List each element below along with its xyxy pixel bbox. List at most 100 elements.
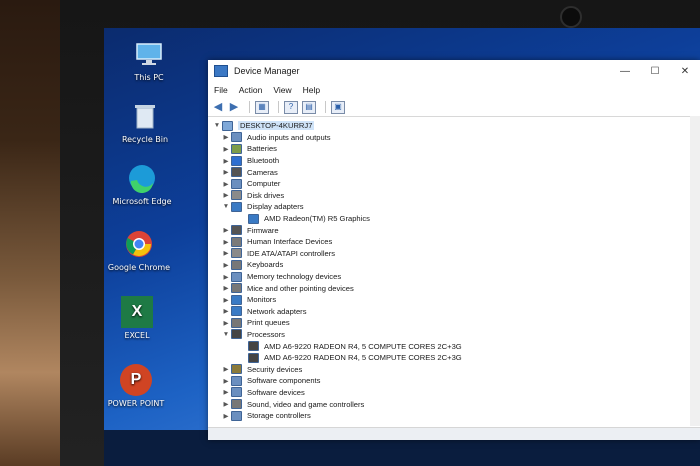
tree-item-label: AMD A6-9220 RADEON R4, 5 COMPUTE CORES 2… (264, 341, 462, 351)
forward-arrow-icon[interactable]: ▶ (228, 101, 240, 113)
collapse-chevron-icon[interactable]: ▼ (221, 203, 231, 210)
device-category-icon (231, 399, 242, 410)
minimize-button[interactable]: — (610, 66, 640, 77)
collapse-chevron-icon[interactable]: ▼ (221, 331, 231, 338)
expand-chevron-icon[interactable]: ▶ (221, 319, 231, 327)
vertical-scrollbar[interactable] (690, 116, 700, 426)
maximize-button[interactable]: ☐ (640, 66, 670, 77)
tree-category-item[interactable]: ▶ Disk drives (208, 190, 700, 202)
expand-chevron-icon[interactable]: ▶ (221, 261, 231, 269)
tree-item-label: Software components (247, 376, 321, 386)
expand-chevron-icon[interactable]: ▶ (221, 168, 231, 176)
expand-chevron-icon[interactable]: ▶ (221, 226, 231, 234)
tree-item-label: Memory technology devices (247, 272, 342, 282)
menu-action[interactable]: Action (239, 85, 263, 95)
expand-chevron-icon[interactable]: ▶ (221, 400, 231, 408)
collapse-chevron-icon[interactable]: ▼ (212, 122, 222, 129)
tree-item-label: Audio inputs and outputs (247, 132, 331, 142)
tree-category-item[interactable]: ▼ Display adapters (208, 201, 700, 213)
menu-view[interactable]: View (273, 85, 291, 95)
expand-chevron-icon[interactable]: ▶ (221, 365, 231, 373)
tree-category-item[interactable]: ▶ IDE ATA/ATAPI controllers (208, 248, 700, 260)
tree-category-item[interactable]: ▶ Monitors (208, 294, 700, 306)
expand-chevron-icon[interactable]: ▶ (221, 296, 231, 304)
tree-item-label: Security devices (247, 364, 303, 374)
tree-category-item[interactable]: ▶ Sound, video and game controllers (208, 398, 700, 410)
tree-device-item[interactable]: AMD Radeon(TM) R5 Graphics (208, 213, 700, 225)
tree-category-item[interactable]: ▶ Network adapters (208, 306, 700, 318)
tree-device-item[interactable]: AMD A6-9220 RADEON R4, 5 COMPUTE CORES 2… (208, 352, 700, 364)
tree-item-label: Firmware (247, 225, 279, 235)
tree-category-item[interactable]: ▶ Keyboards (208, 259, 700, 271)
tree-category-item[interactable]: ▶ Mice and other pointing devices (208, 282, 700, 294)
help-icon[interactable]: ? (284, 100, 298, 114)
menu-help[interactable]: Help (303, 85, 320, 95)
tree-root[interactable]: ▼ DESKTOP-4KURRJ7 (208, 120, 700, 132)
device-category-icon (231, 143, 242, 154)
device-category-icon (231, 283, 242, 294)
device-category-icon (231, 271, 242, 282)
device-tree: ▼ DESKTOP-4KURRJ7 ▶ Audio inputs and outp… (208, 117, 700, 421)
tree-category-item[interactable]: ▶ Memory technology devices (208, 271, 700, 283)
window-title: Device Manager (234, 66, 300, 76)
back-arrow-icon[interactable]: ◀ (212, 101, 224, 113)
device-category-icon (231, 306, 242, 317)
horizontal-scrollbar[interactable] (208, 427, 700, 440)
monitor-scan-icon[interactable]: ▣ (331, 100, 345, 114)
tree-category-item[interactable]: ▶ Human Interface Devices (208, 236, 700, 248)
tree-item-label: Disk drives (247, 190, 285, 200)
device-category-icon (231, 387, 242, 398)
tree-category-item[interactable]: ▼ Processors (208, 329, 700, 341)
tree-item-label: Bluetooth (247, 156, 280, 166)
expand-chevron-icon[interactable]: ▶ (221, 284, 231, 292)
tree-category-item[interactable]: ▶ Firmware (208, 224, 700, 236)
tree-category-item[interactable]: ▶ Security devices (208, 363, 700, 375)
powerpoint-icon: P (120, 364, 152, 396)
device-category-icon (248, 352, 259, 363)
tree-category-item[interactable]: ▶ Software components (208, 375, 700, 387)
device-category-icon (231, 201, 242, 212)
tree-device-item[interactable]: AMD A6-9220 RADEON R4, 5 COMPUTE CORES 2… (208, 340, 700, 352)
device-category-icon (231, 317, 242, 328)
tree-category-item[interactable]: ▶ Batteries (208, 143, 700, 155)
desktop-icon-label: This PC (134, 73, 164, 82)
desktop-icon-chrome[interactable]: Google Chrome (104, 228, 174, 273)
tree-item-label: Display adapters (247, 202, 304, 212)
title-bar[interactable]: Device Manager — ☐ ✕ (208, 60, 700, 82)
expand-chevron-icon[interactable]: ▶ (221, 191, 231, 199)
expand-chevron-icon[interactable]: ▶ (221, 273, 231, 281)
expand-chevron-icon[interactable]: ▶ (221, 133, 231, 141)
expand-chevron-icon[interactable]: ▶ (221, 157, 231, 165)
expand-chevron-icon[interactable]: ▶ (221, 238, 231, 246)
tree-category-item[interactable]: ▶ Computer (208, 178, 700, 190)
tree-category-item[interactable]: ▶ Bluetooth (208, 155, 700, 167)
expand-chevron-icon[interactable]: ▶ (221, 249, 231, 257)
tree-category-item[interactable]: ▶ Print queues (208, 317, 700, 329)
menu-file[interactable]: File (214, 85, 228, 95)
device-category-icon (248, 341, 259, 352)
expand-chevron-icon[interactable]: ▶ (221, 307, 231, 315)
expand-chevron-icon[interactable]: ▶ (221, 388, 231, 396)
expand-chevron-icon[interactable]: ▶ (221, 377, 231, 385)
properties-icon[interactable]: ▦ (255, 100, 269, 114)
desktop-icon-this-pc[interactable]: This PC (114, 38, 184, 83)
close-button[interactable]: ✕ (670, 66, 700, 77)
desktop-icon-excel[interactable]: X EXCEL (104, 296, 172, 341)
tree-item-label: Batteries (247, 144, 277, 154)
tree-category-item[interactable]: ▶ Cameras (208, 166, 700, 178)
desktop-icon-recycle-bin[interactable]: Recycle Bin (110, 100, 180, 145)
expand-chevron-icon[interactable]: ▶ (221, 412, 231, 420)
device-category-icon (231, 364, 242, 375)
tree-category-item[interactable]: ▶ Software devices (208, 387, 700, 399)
expand-chevron-icon[interactable]: ▶ (221, 180, 231, 188)
tree-category-item[interactable]: ▶ Storage controllers (208, 410, 700, 422)
device-category-icon (231, 248, 242, 259)
desktop-icon-powerpoint[interactable]: P POWER POINT (104, 364, 171, 409)
expand-chevron-icon[interactable]: ▶ (221, 145, 231, 153)
monitor-icon (133, 38, 165, 70)
device-category-icon (231, 155, 242, 166)
tree-category-item[interactable]: ▶ Audio inputs and outputs (208, 132, 700, 144)
window-icon[interactable]: ▤ (302, 100, 316, 114)
desktop-icon-edge[interactable]: Microsoft Edge (107, 162, 177, 207)
menu-bar: File Action View Help (208, 82, 700, 98)
